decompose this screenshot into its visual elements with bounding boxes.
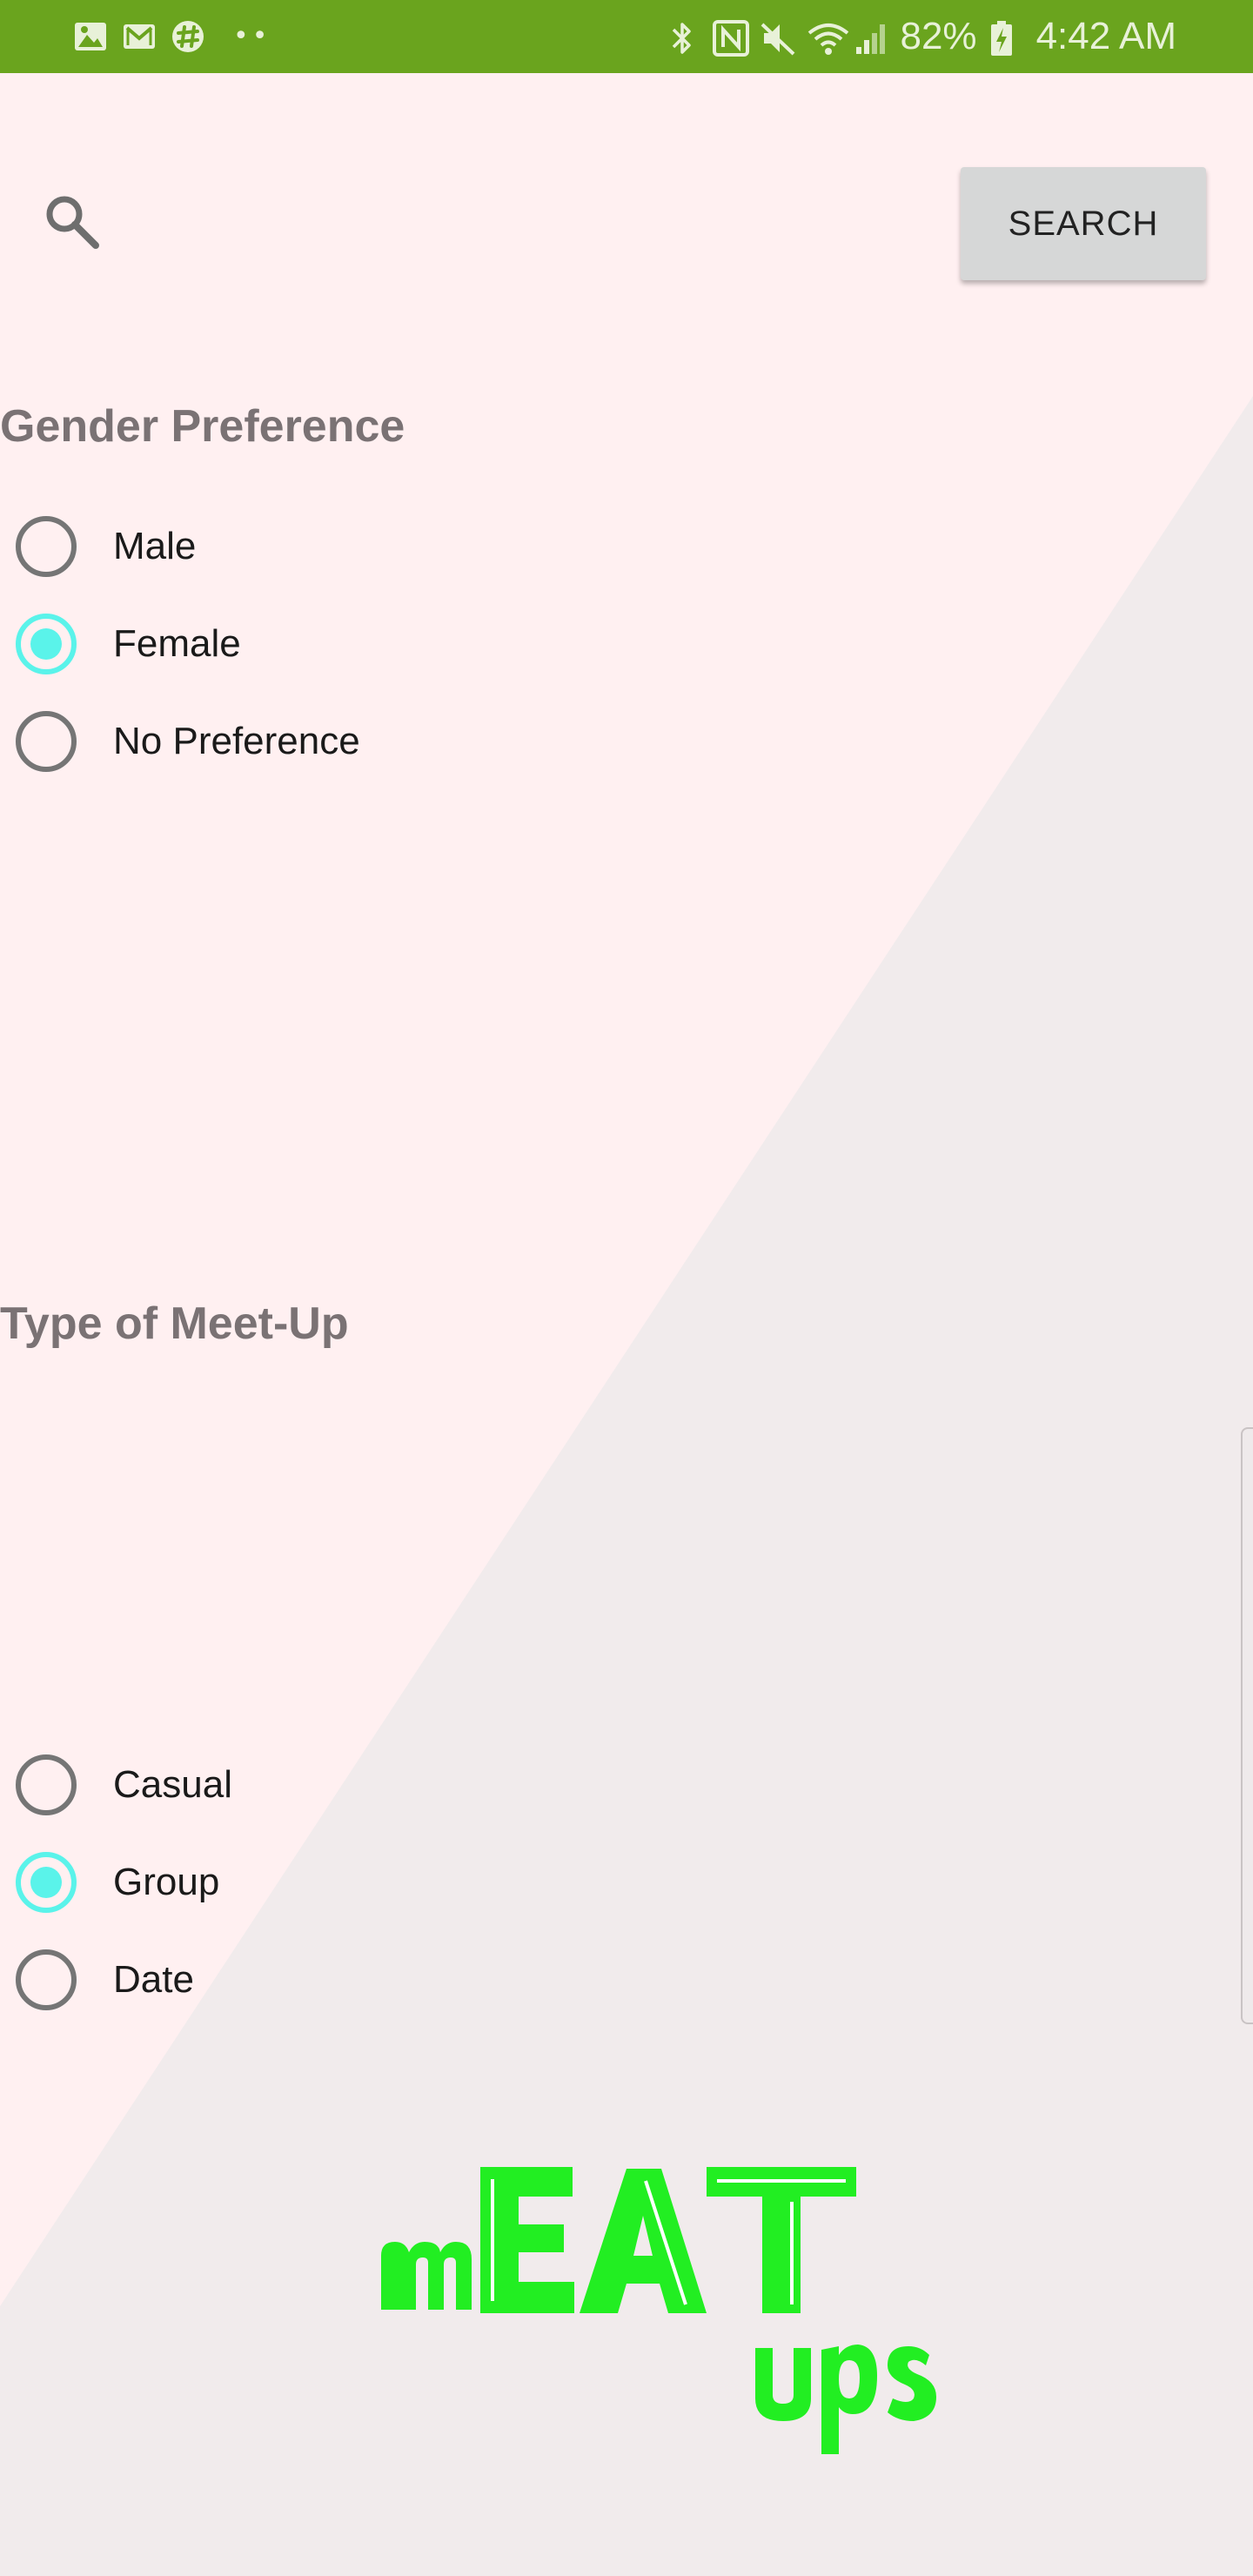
radio-option-casual[interactable]: Casual (16, 1752, 232, 1818)
radio-button[interactable] (16, 711, 77, 772)
search-icon[interactable] (42, 191, 101, 251)
meetup-type-title: Type of Meet-Up (0, 1298, 349, 1349)
clock: 4:42 AM (1035, 15, 1176, 57)
signal-icon (853, 19, 888, 54)
gender-preference-title: Gender Preference (0, 401, 405, 452)
radio-button[interactable] (16, 1949, 77, 2010)
gallery-icon (73, 19, 108, 54)
status-bar: •• 82% 4:42 AM (0, 0, 1253, 73)
bluetooth-icon (665, 19, 700, 54)
slack-icon (171, 19, 205, 54)
radio-button[interactable] (16, 516, 77, 577)
radio-option-female[interactable]: Female (16, 611, 241, 677)
radio-option-no-preference[interactable]: No Preference (16, 708, 360, 775)
gmail-icon (122, 19, 157, 54)
radio-option-group[interactable]: Group (16, 1849, 219, 1915)
search-button[interactable]: SEARCH (961, 167, 1206, 280)
status-bar-right: 82% 4:42 AM (665, 14, 1176, 59)
edge-panel-handle[interactable] (1241, 1427, 1253, 2024)
meat-ups-logo (381, 2167, 936, 2454)
wifi-icon (806, 19, 849, 55)
radio-label: Female (113, 622, 241, 665)
status-bar-left: •• (73, 17, 271, 56)
radio-option-date[interactable]: Date (16, 1947, 194, 2013)
radio-label: Date (113, 1958, 194, 2001)
radio-label: Male (113, 525, 197, 567)
filter-screen: SEARCH Gender Preference Male Female No … (0, 73, 1253, 2576)
overflow-dots: •• (233, 21, 271, 51)
nfc-icon (712, 19, 750, 57)
battery-charging-icon (989, 19, 1024, 56)
radio-label: Casual (113, 1763, 232, 1806)
radio-label: Group (113, 1861, 220, 1903)
radio-button[interactable] (16, 1754, 77, 1815)
mute-icon (759, 19, 795, 56)
radio-button-selected[interactable] (16, 614, 77, 674)
radio-label: No Preference (113, 720, 360, 762)
battery-percent: 82% (900, 15, 977, 57)
radio-option-male[interactable]: Male (16, 513, 196, 580)
radio-button-selected[interactable] (16, 1852, 77, 1913)
